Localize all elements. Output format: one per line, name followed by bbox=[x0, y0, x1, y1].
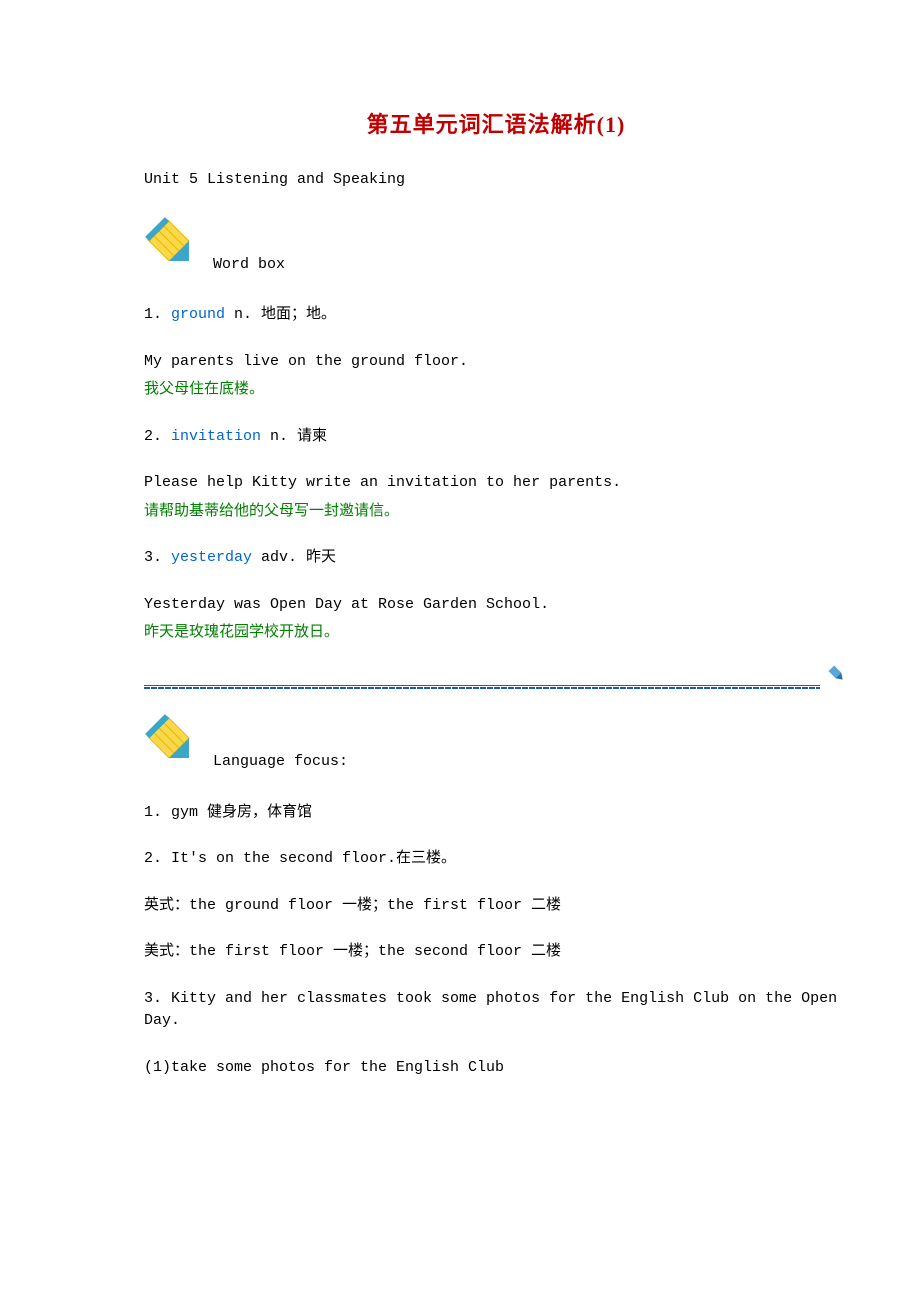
lf-item-5: 3. Kitty and her classmates took some ph… bbox=[144, 988, 848, 1033]
document-page: 第五单元词汇语法解析(1) Unit 5 Listening and Speak… bbox=[0, 0, 920, 1302]
headword: invitation bbox=[171, 428, 261, 445]
wavy-line-icon bbox=[144, 683, 820, 689]
word-box-heading: Word box bbox=[144, 216, 848, 281]
example-cn-3: 昨天是玫瑰花园学校开放日。 bbox=[144, 622, 848, 645]
lf-item-3: 英式：the ground floor 一楼；the first floor 二… bbox=[144, 895, 848, 918]
word-entry-2: 2. invitation n. 请柬 bbox=[144, 426, 848, 449]
definition: n. 请柬 bbox=[261, 428, 327, 445]
subtitle: Unit 5 Listening and Speaking bbox=[144, 169, 848, 192]
example-cn-2: 请帮助基蒂给他的父母写一封邀请信。 bbox=[144, 501, 848, 524]
headword: yesterday bbox=[171, 549, 252, 566]
lf-item-1: 1. gym 健身房，体育馆 bbox=[144, 802, 848, 825]
page-title: 第五单元词汇语法解析(1) bbox=[144, 108, 848, 141]
definition: n. 地面；地。 bbox=[225, 306, 336, 323]
example-en-2: Please help Kitty write an invitation to… bbox=[144, 472, 848, 495]
example-en-1: My parents live on the ground floor. bbox=[144, 351, 848, 374]
lf-item-2: 2. It's on the second floor.在三楼。 bbox=[144, 848, 848, 871]
lf-item-6: (1)take some photos for the English Club bbox=[144, 1057, 848, 1080]
word-box-label: Word box bbox=[213, 254, 285, 277]
small-pencil-icon bbox=[826, 663, 848, 694]
headword: ground bbox=[171, 306, 225, 323]
example-en-3: Yesterday was Open Day at Rose Garden Sc… bbox=[144, 594, 848, 617]
entry-number: 3. bbox=[144, 549, 171, 566]
word-entry-1: 1. ground n. 地面；地。 bbox=[144, 304, 848, 327]
entry-number: 2. bbox=[144, 428, 171, 445]
language-focus-label: Language focus: bbox=[213, 751, 348, 774]
definition: adv. 昨天 bbox=[252, 549, 336, 566]
section-divider bbox=[144, 663, 848, 690]
pencil-icon bbox=[144, 713, 200, 778]
language-focus-heading: Language focus: bbox=[144, 713, 848, 778]
pencil-icon bbox=[144, 216, 200, 281]
lf-item-4: 美式：the first floor 一楼；the second floor 二… bbox=[144, 941, 848, 964]
example-cn-1: 我父母住在底楼。 bbox=[144, 379, 848, 402]
entry-number: 1. bbox=[144, 306, 171, 323]
word-entry-3: 3. yesterday adv. 昨天 bbox=[144, 547, 848, 570]
